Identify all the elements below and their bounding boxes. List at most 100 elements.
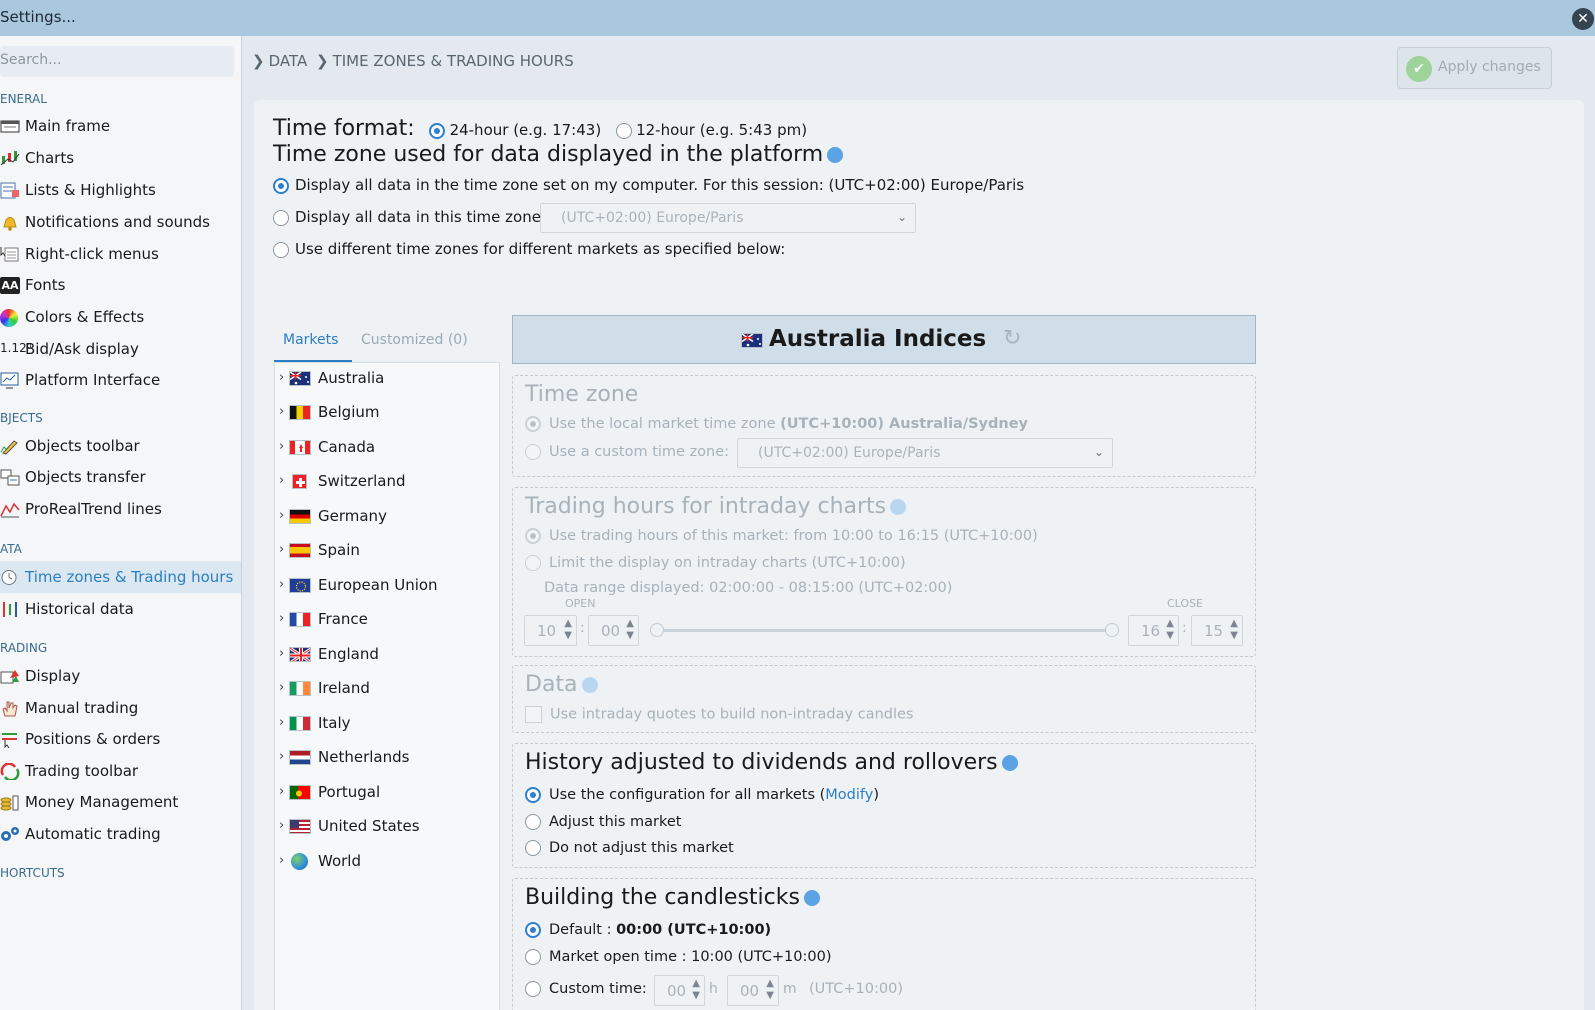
list-item[interactable]: › Switzerland — [275, 466, 499, 500]
radio-candle-custom[interactable] — [525, 981, 541, 997]
tab-markets[interactable]: Markets — [283, 332, 338, 348]
list-item[interactable]: › World — [275, 846, 499, 880]
opt-local-tz[interactable]: Use the local market time zone (UTC+10:0… — [525, 416, 1028, 432]
sidebar-item-lists[interactable]: Lists & Highlights — [0, 174, 241, 206]
intraday-quotes-checkbox[interactable] — [525, 706, 542, 723]
custom-hour-stepper[interactable]: 00 ▲ ▼ — [654, 975, 705, 1006]
candlesticks-title: Building the candlesticks — [525, 885, 820, 910]
sidebar-item-manual-trading[interactable]: Manual trading — [0, 692, 241, 724]
list-item[interactable]: › France — [275, 604, 499, 638]
reset-icon[interactable]: ↻ — [1003, 326, 1021, 351]
search-input[interactable]: Search... — [0, 46, 234, 77]
list-item[interactable]: › United States — [275, 811, 499, 845]
radio-history-config[interactable] — [525, 787, 541, 803]
info-bubble-icon[interactable] — [581, 677, 598, 693]
list-item[interactable]: › Italy — [275, 708, 499, 742]
opt-candle-market-open[interactable]: Market open time : 10:00 (UTC+10:00) — [525, 949, 832, 965]
sidebar-item-positions-orders[interactable]: Positions & orders — [0, 723, 241, 755]
sidebar-item-fonts[interactable]: AA Fonts — [0, 269, 241, 301]
tz-select[interactable]: (UTC+02:00) Europe/Paris ⌄ — [540, 203, 916, 233]
list-item[interactable]: › Ireland — [275, 673, 499, 707]
list-item[interactable]: › Netherlands — [275, 742, 499, 776]
radio-adjust-market[interactable] — [525, 814, 541, 830]
sidebar-item-right-click-menus[interactable]: Right-click menus — [0, 238, 241, 270]
info-bubble-icon[interactable] — [803, 890, 820, 906]
slider-handle-close[interactable] — [1105, 623, 1119, 637]
sidebar-item-charts[interactable]: Charts — [0, 142, 241, 174]
radio-candle-default[interactable] — [525, 922, 541, 938]
info-bubble-icon[interactable] — [890, 499, 907, 515]
sidebar-item-historical-data[interactable]: Historical data — [0, 593, 241, 625]
radio-tz-computer[interactable] — [273, 177, 289, 194]
radio-candle-market-open[interactable] — [525, 949, 541, 965]
sidebar-item-objects-transfer[interactable]: Objects transfer — [0, 461, 241, 493]
list-item[interactable]: › Spain — [275, 535, 499, 569]
opt-adjust-market[interactable]: Adjust this market — [525, 814, 681, 830]
radio-12-hour[interactable] — [615, 123, 632, 139]
list-item[interactable]: › Australia — [275, 363, 499, 397]
sidebar-item-colors[interactable]: Colors & Effects — [0, 301, 241, 333]
stepper-arrows-icon[interactable]: ▲ ▼ — [626, 618, 634, 642]
list-item[interactable]: › Belgium — [275, 397, 499, 431]
sidebar-item-main-frame[interactable]: Main frame — [0, 110, 241, 142]
stepper-arrows-icon[interactable]: ▲ ▼ — [692, 978, 700, 1002]
opt-market-hours[interactable]: Use trading hours of this market: from 1… — [525, 528, 1038, 544]
radio-limit-display[interactable] — [525, 555, 541, 571]
tab-customized[interactable]: Customized (0) — [361, 332, 468, 348]
flag-gb-icon — [289, 647, 311, 662]
stepper-arrows-icon[interactable]: ▲ ▼ — [1230, 618, 1238, 642]
sidebar-item-notifications[interactable]: Notifications and sounds — [0, 206, 241, 238]
stepper-arrows-icon[interactable]: ▲ ▼ — [766, 978, 774, 1002]
stepper-arrows-icon[interactable]: ▲ ▼ — [564, 618, 572, 642]
apply-changes-button[interactable]: ✔ Apply changes — [1397, 47, 1552, 89]
intraday-quotes-option[interactable]: Use intraday quotes to build non-intrada… — [525, 706, 913, 723]
radio-tz-different[interactable] — [273, 241, 289, 258]
breadcrumb-data[interactable]: DATA — [269, 52, 308, 70]
info-bubble-icon[interactable] — [827, 147, 844, 163]
open-minute-stepper[interactable]: 00 ▲ ▼ — [588, 615, 639, 646]
list-item[interactable]: › England — [275, 639, 499, 673]
open-hour-stepper[interactable]: 10 ▲ ▼ — [524, 615, 577, 646]
sidebar-item-bid-ask[interactable]: 1.12⁰ Bid/Ask display — [0, 333, 241, 365]
info-bubble-icon[interactable] — [1001, 755, 1018, 771]
list-item[interactable]: › Portugal — [275, 777, 499, 811]
sidebar-item-objects-toolbar[interactable]: Objects toolbar — [0, 430, 241, 462]
sidebar-item-automatic-trading[interactable]: Automatic trading — [0, 818, 241, 850]
chevron-right-icon: › — [279, 611, 285, 626]
custom-minute-stepper[interactable]: 00 ▲ ▼ — [727, 975, 779, 1006]
radio-tz-this-zone[interactable] — [273, 209, 289, 226]
tz-option-different[interactable]: Use different time zones for different m… — [273, 240, 785, 258]
section-shortcuts[interactable]: HORTCUTS — [0, 866, 65, 880]
radio-24-hour[interactable] — [429, 123, 446, 139]
opt-custom-tz[interactable]: Use a custom time zone: — [525, 444, 729, 460]
opt-no-adjust[interactable]: Do not adjust this market — [525, 840, 734, 856]
radio-local-tz[interactable] — [525, 416, 541, 432]
close-icon[interactable]: ✕ — [1572, 8, 1594, 30]
close-hour-stepper[interactable]: 16 ▲ ▼ — [1128, 615, 1179, 646]
opt-limit-display[interactable]: Limit the display on intraday charts (UT… — [525, 555, 906, 571]
sidebar-item-trading-toolbar[interactable]: Trading toolbar — [0, 755, 241, 787]
list-item[interactable]: › European Union — [275, 570, 499, 604]
sidebar-item-platform-interface[interactable]: Platform Interface — [0, 364, 241, 396]
close-minute-stepper[interactable]: 15 ▲ ▼ — [1191, 615, 1243, 646]
opt-candle-default[interactable]: Default : 00:00 (UTC+10:00) — [525, 922, 771, 938]
list-item[interactable]: › Canada — [275, 432, 499, 466]
slider-handle-open[interactable] — [650, 623, 664, 637]
flag-es-icon — [289, 543, 311, 558]
radio-custom-tz[interactable] — [525, 444, 541, 460]
sidebar-item-time-zones[interactable]: Time zones & Trading hours — [0, 561, 241, 593]
opt-candle-custom[interactable]: Custom time: — [525, 981, 647, 997]
opt-history-config[interactable]: Use the configuration for all markets (M… — [525, 787, 879, 803]
radio-no-adjust[interactable] — [525, 840, 541, 856]
modify-link[interactable]: Modify — [825, 787, 873, 803]
tz-option-computer[interactable]: Display all data in the time zone set on… — [273, 176, 1024, 194]
tz-option-this-zone[interactable]: Display all data in this time zone: — [273, 208, 546, 226]
sidebar-item-prorealtrend[interactable]: ProRealTrend lines — [0, 493, 241, 525]
stepper-arrows-icon[interactable]: ▲ ▼ — [1166, 618, 1174, 642]
list-item[interactable]: › Germany — [275, 501, 499, 535]
radio-market-hours[interactable] — [525, 528, 541, 544]
hours-slider-track[interactable] — [655, 629, 1115, 632]
custom-tz-select[interactable]: (UTC+02:00) Europe/Paris ⌄ — [737, 438, 1113, 468]
sidebar-item-money-management[interactable]: Money Management — [0, 786, 241, 818]
sidebar-item-display[interactable]: Display — [0, 660, 241, 692]
